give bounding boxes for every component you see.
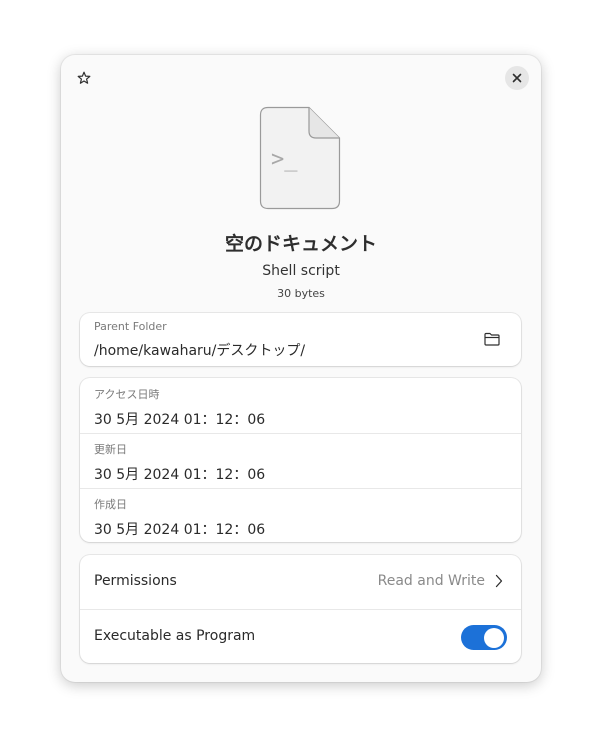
file-name: 空のドキュメント	[224, 233, 377, 255]
access-date-value: 30 5月 2024 01：12：06	[94, 412, 266, 428]
executable-toggle[interactable]	[461, 625, 507, 650]
permissions-row[interactable]: Permissions Read and Write	[80, 555, 521, 609]
file-icon-glyph: >_	[271, 147, 298, 172]
close-icon	[512, 73, 522, 83]
dates-card: アクセス日時 30 5月 2024 01：12：06 更新日 30 5月 202…	[80, 378, 521, 542]
divider	[80, 433, 521, 434]
close-button[interactable]	[505, 66, 529, 90]
modified-date-label: 更新日	[94, 443, 127, 456]
created-date-label: 作成日	[94, 498, 127, 511]
access-date-label: アクセス日時	[94, 388, 160, 401]
star-button[interactable]	[73, 67, 95, 89]
star-outline-icon	[77, 71, 91, 84]
created-date-value: 30 5月 2024 01：12：06	[94, 522, 266, 538]
shell-script-file-icon: >_	[259, 106, 341, 210]
file-size: 30 bytes	[277, 287, 325, 300]
executable-label: Executable as Program	[94, 628, 256, 644]
folder-icon[interactable]	[483, 331, 501, 347]
permissions-label: Permissions	[94, 573, 177, 589]
permissions-card: Permissions Read and Write Executable as…	[80, 555, 521, 663]
toggle-knob	[484, 627, 504, 648]
modified-date-value: 30 5月 2024 01：12：06	[94, 467, 266, 483]
parent-folder-label: Parent Folder	[94, 320, 167, 333]
executable-row: Executable as Program	[80, 610, 521, 664]
file-type: Shell script	[262, 263, 340, 279]
divider	[80, 488, 521, 489]
chevron-right-icon	[495, 574, 503, 588]
parent-folder-path: /home/kawaharu/デスクトップ/	[94, 343, 306, 359]
file-properties-dialog: >_ 空のドキュメント Shell script 30 bytes Parent…	[61, 55, 541, 682]
permissions-value: Read and Write	[377, 573, 485, 589]
parent-folder-card: Parent Folder /home/kawaharu/デスクトップ/	[80, 313, 521, 366]
